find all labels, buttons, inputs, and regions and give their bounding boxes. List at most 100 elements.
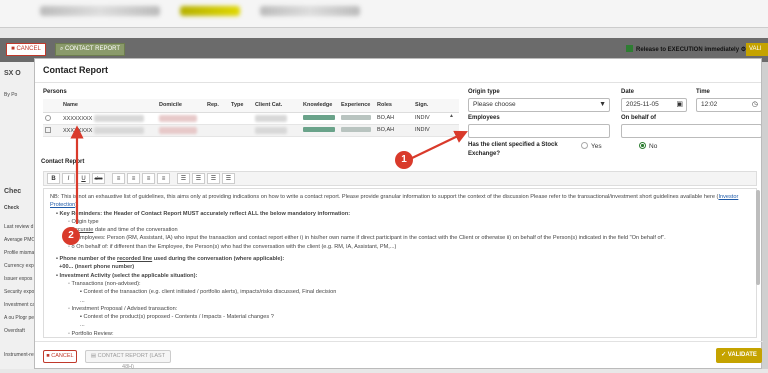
column-header-client-cat: Client Cat. — [253, 99, 301, 113]
intro-paragraph: NB: This is not an exhaustive list of gu… — [50, 194, 739, 209]
redacted-text — [93, 126, 144, 134]
redacted-text — [159, 114, 197, 122]
table-scroll-up-icon[interactable]: ▲ — [449, 113, 454, 119]
phone-value-line: +00... (insert phone number) — [59, 264, 135, 271]
blurred-text — [40, 6, 160, 16]
sidebar-item: Chec — [4, 188, 22, 195]
align-left-icon[interactable]: ≡ — [112, 173, 125, 184]
sidebar-item: Currency expo — [4, 263, 37, 269]
employees-input[interactable] — [468, 124, 610, 138]
outdent-icon[interactable]: ☰ — [207, 173, 220, 184]
cancel-button[interactable]: ■ CANCEL — [43, 350, 77, 363]
column-header-knowledge: Knowledge — [301, 99, 339, 113]
strikethrough-button[interactable]: abc — [92, 173, 105, 184]
time-input[interactable]: 12:02 ◷ — [696, 98, 762, 112]
sidebar-item: Profile mismat — [4, 250, 36, 256]
numbered-list-icon[interactable]: ☰ — [192, 173, 205, 184]
transactions-context-bullet: ▪ Context of the transaction (e.g. clien… — [80, 289, 337, 296]
background-cancel-button[interactable]: ■ CANCEL — [6, 43, 46, 56]
background-contact-report-button[interactable]: ⌕ CONTACT REPORT — [55, 43, 125, 56]
align-center-icon[interactable]: ≡ — [127, 173, 140, 184]
validate-button[interactable]: ✓ VALIDATE — [716, 348, 762, 363]
browser-top-bar — [0, 0, 768, 28]
indent-icon[interactable]: ☰ — [222, 173, 235, 184]
origin-type-select[interactable]: Please choose ▼ — [468, 98, 610, 112]
stock-exchange-no[interactable]: No — [639, 142, 657, 150]
contact-report-editor[interactable]: NB: This is not an exhaustive list of gu… — [43, 188, 757, 338]
checkbox-checked-icon — [626, 45, 633, 52]
stock-exchange-yes[interactable]: Yes — [581, 142, 602, 150]
contact-report-last-48h-button[interactable]: ▤ CONTACT REPORT (LAST 48H) — [85, 350, 171, 370]
calendar-icon[interactable]: ▣ — [676, 99, 683, 111]
bold-button[interactable]: B — [47, 173, 60, 184]
persons-label: Persons — [43, 89, 67, 95]
stock-exchange-question: Has the client specified a Stock Exchang… — [468, 142, 558, 157]
bullet-list-icon[interactable]: ☰ — [177, 173, 190, 184]
knowledge-bar — [303, 115, 335, 121]
on-behalf-label: On behalf of — [621, 115, 656, 121]
table-header-row: Name Domicile Rep. Type Client Cat. Know… — [43, 99, 459, 113]
radio-unselected-icon[interactable] — [581, 142, 588, 149]
employees-label: Employees — [468, 115, 500, 121]
blurred-text — [260, 6, 360, 16]
redacted-text — [255, 126, 287, 134]
on-behalf-input[interactable] — [621, 124, 762, 138]
contact-report-label: Contact Report — [41, 159, 85, 165]
dropdown-caret-icon: ▼ — [599, 101, 606, 108]
modal-title: Contact Report — [35, 59, 761, 83]
clock-icon[interactable]: ◷ — [752, 99, 758, 111]
experience-bar — [341, 127, 371, 133]
date-input[interactable]: 2025-11-05 ▣ — [621, 98, 687, 112]
accurate-bullet: ◦ Accurate date and time of the conversa… — [68, 227, 178, 234]
proposal-context-bullet: ▪ Context of the product(s) proposed - C… — [80, 314, 274, 321]
document-icon: ▤ — [90, 353, 98, 359]
checkmark-icon: ✓ — [721, 352, 728, 358]
ellipsis-line: ... — [80, 297, 85, 304]
row-select-radio[interactable] — [45, 114, 51, 121]
sidebar-item: By Po — [4, 92, 18, 98]
ellipsis-line: ... — [80, 322, 85, 329]
background-sidebar: SX O By Po Chec Check Last review d Aver… — [0, 62, 37, 369]
background-validate-button[interactable]: VALI — [746, 43, 768, 56]
column-header-sign: Sign. — [413, 99, 459, 113]
release-execution-checkbox[interactable]: Release to EXECUTION immediately ⚙ — [626, 45, 746, 53]
column-header-type: Type — [229, 99, 253, 113]
date-label: Date — [621, 89, 635, 95]
sidebar-item: Check — [4, 205, 20, 211]
column-header-rep: Rep. — [205, 99, 229, 113]
row-select-checkbox[interactable] — [45, 126, 51, 133]
proposal-bullet: ◦ Investment Proposal / Advised transact… — [68, 305, 178, 312]
contact-report-modal: Contact Report Persons Name Domicile Rep… — [34, 58, 763, 370]
italic-button[interactable]: I — [62, 173, 75, 184]
table-row[interactable]: XXXXXXXX BO,AH INDIV — [43, 112, 459, 125]
background-scroll-edge — [762, 62, 768, 369]
experience-bar — [341, 115, 371, 121]
redacted-text — [93, 114, 144, 122]
redacted-text — [255, 114, 287, 122]
column-header-name: Name — [61, 99, 157, 113]
blurred-logo — [180, 6, 240, 16]
sidebar-item: Security expo — [4, 289, 35, 295]
align-justify-icon[interactable]: ≡ — [157, 173, 170, 184]
investment-activity-line: • Investment Activity (select the applic… — [56, 272, 198, 279]
modal-footer: ■ CANCEL ▤ CONTACT REPORT (LAST 48H) ✓ V… — [35, 341, 763, 370]
sidebar-item: Investment ca — [4, 302, 36, 308]
sidebar-item: Instrument-re — [4, 352, 34, 358]
annotation-badge-2: 2 — [62, 227, 80, 245]
editor-toolbar: B I U abc ≡ ≡ ≡ ≡ ☰ ☰ ☰ ☰ — [43, 171, 757, 186]
align-right-icon[interactable]: ≡ — [142, 173, 155, 184]
column-header-domicile: Domicile — [157, 99, 205, 113]
roles-cell: BO,AH — [375, 124, 413, 137]
column-header-roles: Roles — [375, 99, 413, 113]
portfolio-review-bullet: ◦ Portfolio Review: — [68, 330, 114, 337]
origin-type-bullet: ◦ Origin type — [68, 218, 99, 225]
on-behalf-bullet: ◦ o On behalf of: if different than the … — [68, 243, 397, 250]
radio-selected-icon[interactable] — [639, 142, 646, 149]
column-header-experience: Experience — [339, 99, 375, 113]
sign-cell: INDIV — [413, 124, 459, 137]
underline-button[interactable]: U — [77, 173, 90, 184]
sidebar-item: Overdraft — [4, 328, 25, 334]
table-row[interactable]: XXXXXXXX BO,AH INDIV — [43, 124, 459, 137]
editor-scrollbar[interactable] — [756, 190, 760, 285]
time-label: Time — [696, 89, 710, 95]
